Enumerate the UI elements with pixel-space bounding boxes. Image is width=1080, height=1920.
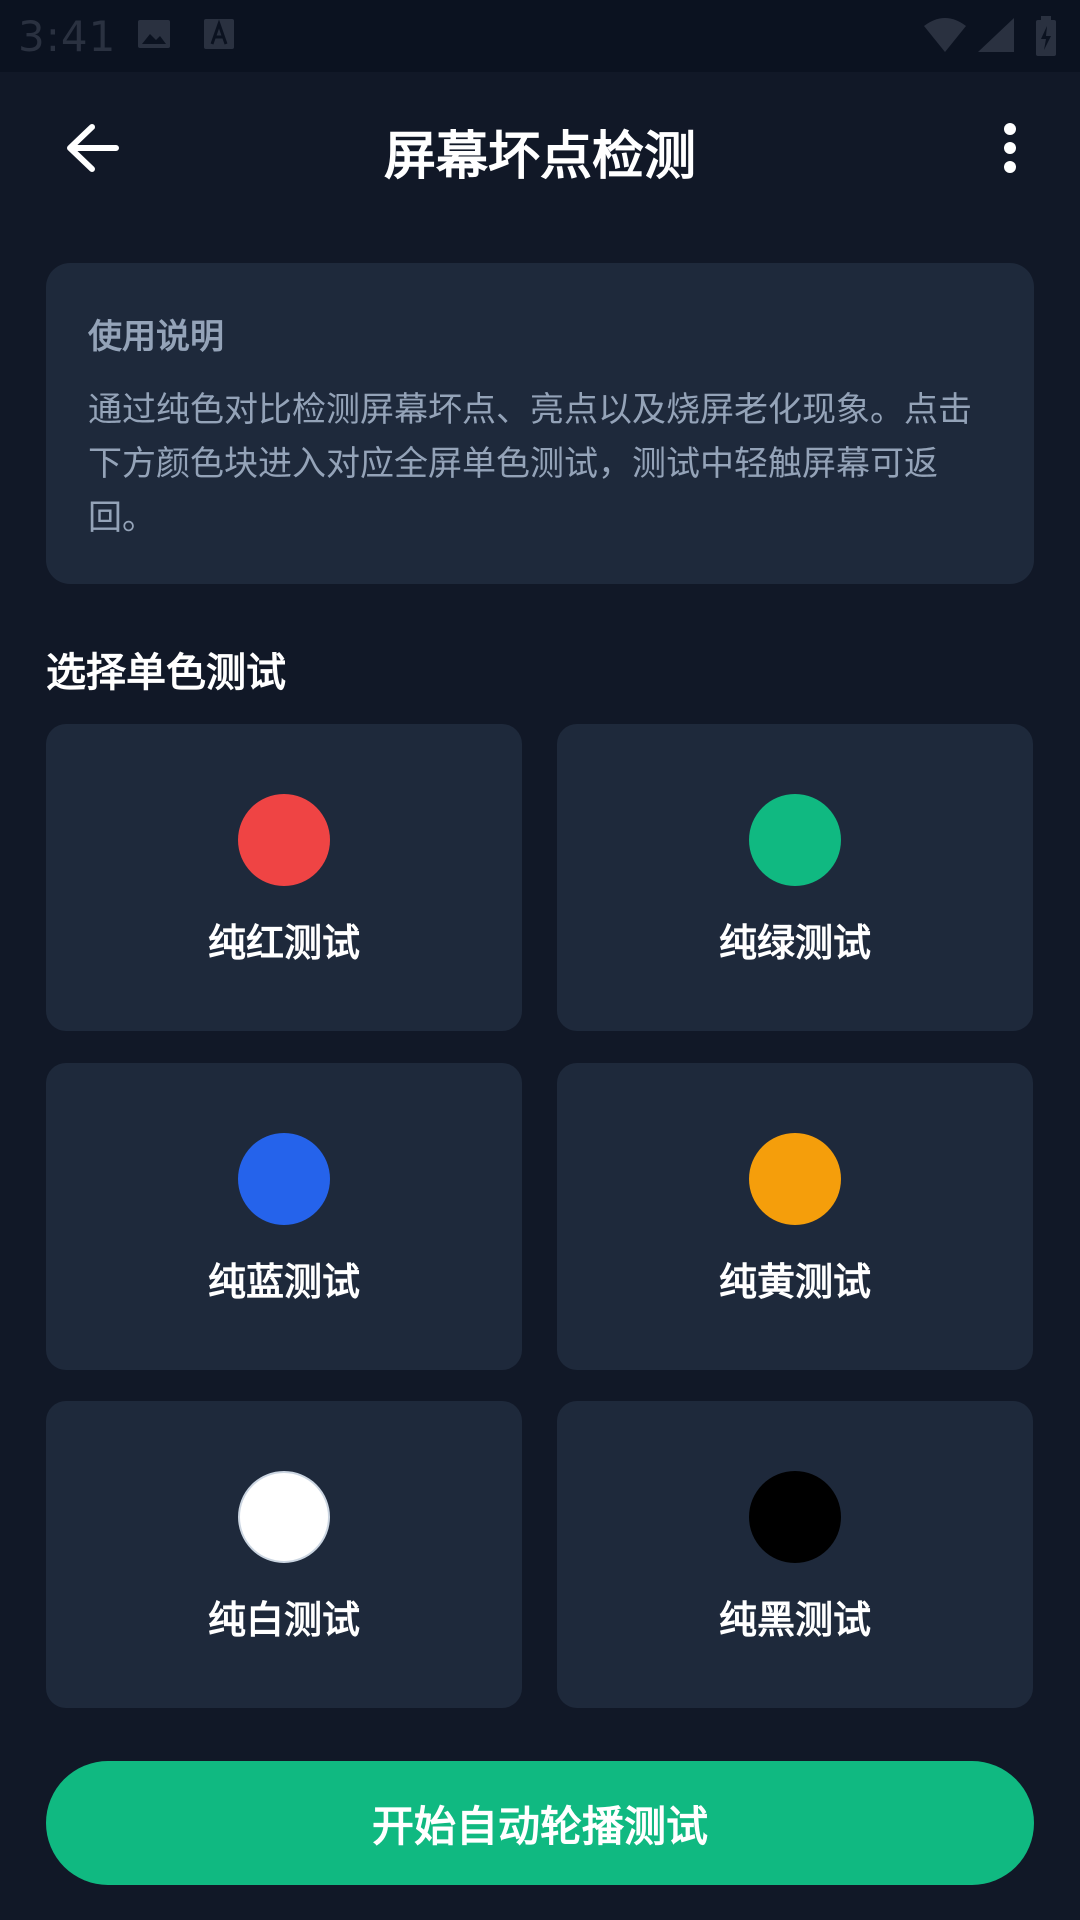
signal-icon: [976, 16, 1016, 58]
yellow-swatch: [749, 1133, 841, 1225]
white-swatch: [238, 1471, 330, 1563]
test-tile-yellow[interactable]: 纯黄测试: [557, 1063, 1033, 1370]
blue-swatch: [238, 1133, 330, 1225]
start-auto-test-button[interactable]: 开始自动轮播测试: [46, 1761, 1034, 1885]
red-swatch: [238, 794, 330, 886]
green-swatch: [749, 794, 841, 886]
test-label: 纯绿测试: [718, 921, 871, 965]
test-label: 纯红测试: [207, 921, 360, 965]
instructions-title: 使用说明: [88, 317, 224, 357]
test-tile-blue[interactable]: 纯蓝测试: [46, 1063, 522, 1370]
black-swatch: [749, 1471, 841, 1563]
test-tile-white[interactable]: 纯白测试: [46, 1401, 522, 1708]
status-bar: 3:41: [0, 0, 1080, 72]
app-bar: 屏幕坏点检测: [0, 72, 1080, 222]
section-title: 选择单色测试: [46, 650, 286, 696]
test-label: 纯黑测试: [718, 1598, 871, 1642]
image-icon: [136, 16, 172, 56]
test-tile-red[interactable]: 纯红测试: [46, 724, 522, 1031]
instructions-body: 通过纯色对比检测屏幕坏点、亮点以及烧屏老化现象。点击下方颜色块进入对应全屏单色测…: [88, 390, 972, 538]
instructions-card: 使用说明 通过纯色对比检测屏幕坏点、亮点以及烧屏老化现象。点击下方颜色块进入对应…: [46, 263, 1034, 584]
test-label: 纯黄测试: [718, 1260, 871, 1304]
status-time: 3:41: [18, 12, 117, 61]
page-title: 屏幕坏点检测: [383, 127, 696, 187]
test-tile-black[interactable]: 纯黑测试: [557, 1401, 1033, 1708]
more-vertical-icon: [1004, 123, 1016, 173]
battery-icon: [1034, 16, 1058, 62]
test-label: 纯蓝测试: [207, 1260, 360, 1304]
more-options-button[interactable]: [980, 112, 1040, 184]
test-label: 纯白测试: [207, 1598, 360, 1642]
test-tile-green[interactable]: 纯绿测试: [557, 724, 1033, 1031]
text-icon: [202, 16, 236, 56]
wifi-icon: [922, 16, 968, 58]
